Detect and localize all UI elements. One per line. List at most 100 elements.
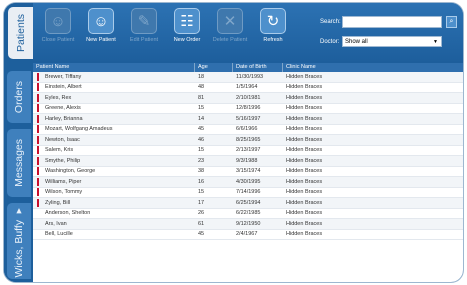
table-row[interactable]: Greene, Alexis 15 12/8/1996 Hidden Braces bbox=[33, 104, 463, 114]
flag-cell bbox=[33, 188, 42, 197]
alert-flag-icon bbox=[36, 135, 39, 144]
date-of-birth-cell: 6/6/1966 bbox=[236, 126, 258, 133]
edit-patient-button[interactable]: ✎ Edit Patient bbox=[123, 8, 165, 43]
delete-patient-button[interactable]: ✕ Delete Patient bbox=[209, 8, 251, 43]
clinic-name-cell: Hidden Braces bbox=[286, 147, 323, 154]
delete-patient-label: Delete Patient bbox=[212, 37, 248, 43]
date-of-birth-cell: 12/8/1996 bbox=[236, 105, 261, 112]
new-patient-button[interactable]: ☺ New Patient bbox=[80, 8, 122, 43]
refresh-label: Refresh bbox=[263, 37, 283, 43]
age-cell: 38 bbox=[198, 168, 205, 175]
date-of-birth-cell: 9/12/1950 bbox=[236, 220, 261, 227]
flag-cell bbox=[33, 146, 42, 155]
patient-name-cell: Salem, Kris bbox=[45, 147, 74, 154]
app-window: Patients Orders Messages Wicks, Buffy ▾ … bbox=[4, 3, 463, 282]
clinic-name-cell: Hidden Braces bbox=[286, 231, 323, 238]
date-of-birth-cell: 11/30/1993 bbox=[236, 73, 264, 80]
patient-name-cell: Brewer, Tiffany bbox=[45, 73, 82, 80]
age-cell: 23 bbox=[198, 157, 205, 164]
new-patient-icon: ☺ bbox=[88, 8, 114, 34]
column-header-date-of-birth[interactable]: Date of Birth bbox=[233, 63, 283, 72]
patient-name-cell: Einstein, Albert bbox=[45, 84, 82, 91]
alert-flag-icon bbox=[36, 104, 39, 113]
patient-name-cell: Greene, Alexis bbox=[45, 105, 81, 112]
table-row[interactable]: Mozart, Wolfgang Amadeus 45 6/6/1966 Hidden… bbox=[33, 125, 463, 135]
table-row[interactable]: Ars, Ivan 61 9/12/1950 Hidden Braces bbox=[33, 219, 463, 230]
tab-messages[interactable]: Messages bbox=[7, 129, 31, 197]
age-cell: 46 bbox=[198, 136, 205, 143]
age-cell: 16 bbox=[198, 178, 205, 185]
date-of-birth-cell: 3/15/1974 bbox=[236, 168, 261, 175]
flag-cell bbox=[33, 167, 42, 176]
close-patient-label: Close Patient bbox=[41, 37, 75, 43]
alert-flag-icon bbox=[36, 72, 39, 81]
alert-flag-icon bbox=[36, 83, 39, 92]
age-cell: 15 bbox=[198, 189, 205, 196]
table-row[interactable]: Anderson, Shelton 26 6/22/1985 Hidden Brace… bbox=[33, 209, 463, 219]
table-row[interactable]: Washington, George 38 3/15/1974 Hidden Brac… bbox=[33, 167, 463, 177]
table-row[interactable]: Brewer, Tiffany 18 11/30/1993 Hidden Braces bbox=[33, 72, 463, 83]
flag-cell bbox=[33, 156, 42, 165]
tab-patients-label: Patients bbox=[14, 14, 27, 52]
delete-patient-icon: ✕ bbox=[217, 8, 243, 34]
alert-flag-icon bbox=[36, 167, 39, 176]
column-header-age[interactable]: Age bbox=[195, 63, 233, 72]
table-row[interactable]: Eyles, Rex 81 2/10/1981 Hidden Braces bbox=[33, 93, 463, 104]
new-patient-label: New Patient bbox=[86, 37, 116, 43]
date-of-birth-cell: 1/5/1964 bbox=[236, 84, 258, 91]
clinic-name-cell: Hidden Braces bbox=[286, 73, 323, 80]
alert-flag-icon bbox=[36, 114, 39, 123]
table-row[interactable]: Zyling, Bill 17 6/25/1994 Hidden Braces bbox=[33, 198, 463, 209]
refresh-button[interactable]: ↻ Refresh bbox=[252, 8, 294, 43]
date-of-birth-cell: 2/10/1981 bbox=[236, 94, 261, 101]
age-cell: 48 bbox=[198, 84, 205, 91]
table-row[interactable]: Einstein, Albert 48 1/5/1964 Hidden Braces bbox=[33, 83, 463, 93]
age-cell: 17 bbox=[198, 199, 205, 206]
patient-name-cell: Washington, George bbox=[45, 168, 96, 175]
table-row[interactable]: Wilson, Tommy 15 7/14/1996 Hidden Braces bbox=[33, 188, 463, 198]
age-cell: 15 bbox=[198, 105, 205, 112]
date-of-birth-cell: 4/30/1995 bbox=[236, 178, 261, 185]
user-menu-tab[interactable]: Wicks, Buffy ▾ bbox=[7, 203, 31, 279]
close-patient-button[interactable]: ☺ Close Patient bbox=[37, 8, 79, 43]
alert-flag-icon bbox=[36, 146, 39, 155]
clinic-name-cell: Hidden Braces bbox=[286, 189, 323, 196]
table-row[interactable]: Harley, Brianna 14 5/16/1997 Hidden Braces bbox=[33, 114, 463, 125]
patient-name-cell: Bell, Lucille bbox=[45, 231, 73, 238]
new-order-button[interactable]: ☷ New Order bbox=[166, 8, 208, 43]
patient-name-cell: Harley, Brianna bbox=[45, 115, 83, 122]
flag-cell bbox=[33, 83, 42, 92]
alert-flag-icon bbox=[36, 177, 39, 186]
table-row[interactable]: Newton, Isaac 46 8/25/1965 Hidden Braces bbox=[33, 135, 463, 146]
patient-name-cell: Anderson, Shelton bbox=[45, 210, 91, 217]
clinic-name-cell: Hidden Braces bbox=[286, 94, 323, 101]
patient-name-cell: Williams, Piper bbox=[45, 178, 82, 185]
patient-grid: Patient Name Age Date of Birth Clinic Na… bbox=[33, 63, 463, 282]
flag-cell bbox=[33, 177, 42, 186]
table-row[interactable]: Smythe, Philip 23 9/3/1988 Hidden Braces bbox=[33, 156, 463, 167]
flag-cell bbox=[33, 125, 42, 134]
search-button[interactable]: ⌕ bbox=[446, 16, 457, 28]
clinic-name-cell: Hidden Braces bbox=[286, 168, 323, 175]
tab-patients[interactable]: Patients bbox=[8, 7, 33, 59]
age-cell: 15 bbox=[198, 147, 205, 154]
side-tab-strip: Patients Orders Messages Wicks, Buffy ▾ bbox=[4, 3, 33, 282]
clinic-name-cell: Hidden Braces bbox=[286, 178, 323, 185]
flag-cell bbox=[33, 104, 42, 113]
table-row[interactable]: Bell, Lucille 45 2/4/1967 Hidden Braces bbox=[33, 230, 463, 240]
search-input[interactable] bbox=[342, 16, 442, 28]
date-of-birth-cell: 6/25/1994 bbox=[236, 199, 261, 206]
age-cell: 45 bbox=[198, 126, 205, 133]
table-row[interactable]: Williams, Piper 16 4/30/1995 Hidden Braces bbox=[33, 177, 463, 188]
new-order-label: New Order bbox=[173, 37, 201, 43]
tab-orders[interactable]: Orders bbox=[7, 71, 31, 123]
column-header-clinic-name[interactable]: Clinic Name bbox=[283, 63, 463, 72]
table-row[interactable]: Salem, Kris 15 2/13/1997 Hidden Braces bbox=[33, 146, 463, 156]
date-of-birth-cell: 5/16/1997 bbox=[236, 115, 261, 122]
flag-cell bbox=[33, 198, 42, 207]
doctor-select[interactable]: Show all ▼ bbox=[342, 36, 442, 47]
column-header-patient-name[interactable]: Patient Name bbox=[33, 63, 195, 72]
edit-patient-label: Edit Patient bbox=[129, 37, 159, 43]
flag-cell bbox=[33, 72, 42, 81]
patient-name-cell: Mozart, Wolfgang Amadeus bbox=[45, 126, 113, 133]
